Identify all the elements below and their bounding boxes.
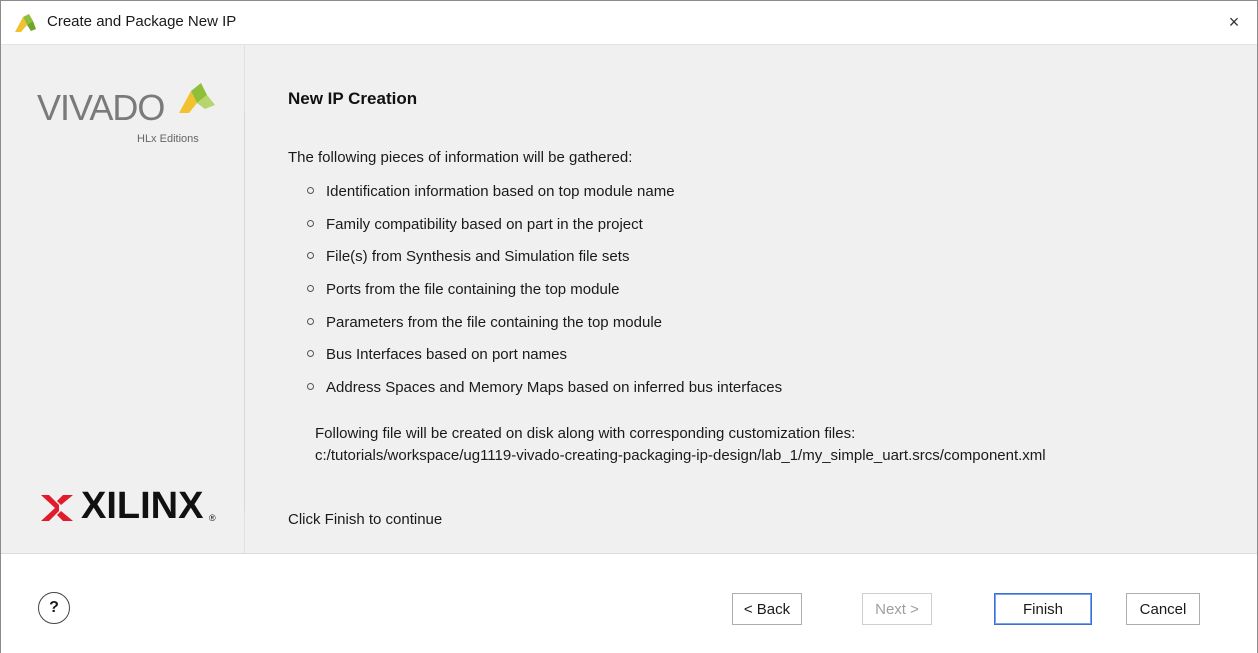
bullet-icon: [307, 219, 314, 227]
list-item: File(s) from Synthesis and Simulation fi…: [307, 248, 782, 281]
finish-button[interactable]: Finish: [994, 593, 1092, 625]
vivado-wordmark: VIVADO: [37, 87, 165, 128]
help-icon: ?: [49, 599, 59, 616]
file-path: c:/tutorials/workspace/ug1119-vivado-cre…: [315, 447, 1046, 464]
dialog-window: Create and Package New IP × VIVADO HLx E…: [0, 0, 1258, 653]
registered-mark: ®: [209, 513, 216, 523]
list-item: Family compatibility based on part in th…: [307, 216, 782, 249]
xilinx-wordmark: XILINX: [81, 485, 204, 527]
info-list: Identification information based on top …: [307, 183, 782, 412]
page-title: New IP Creation: [288, 89, 418, 108]
list-item: Parameters from the file containing the …: [307, 314, 782, 347]
back-button[interactable]: < Back: [732, 593, 802, 625]
list-item: Address Spaces and Memory Maps based on …: [307, 379, 782, 412]
vivado-app-icon: [15, 14, 36, 32]
bullet-icon: [307, 187, 314, 194]
vivado-logo: VIVADO HLx Editions: [37, 81, 217, 151]
bullet-icon: [307, 252, 314, 260]
file-note: Following file will be created on disk a…: [315, 423, 1046, 467]
vivado-mark-icon: [179, 83, 215, 113]
close-button[interactable]: ×: [1217, 7, 1251, 37]
title-bar: Create and Package New IP ×: [1, 1, 1257, 45]
intro-text: The following pieces of information will…: [288, 149, 633, 166]
list-item: Bus Interfaces based on port names: [307, 346, 782, 379]
xilinx-mark-icon: [41, 495, 73, 521]
bullet-icon: [307, 350, 314, 358]
hlx-editions-label: HLx Editions: [137, 133, 199, 145]
button-bar: ? < Back Next > Finish Cancel: [1, 553, 1257, 653]
continue-hint: Click Finish to continue: [288, 511, 443, 528]
cancel-button[interactable]: Cancel: [1126, 593, 1200, 625]
help-button[interactable]: ?: [38, 592, 70, 624]
bullet-icon: [307, 383, 314, 391]
bullet-icon: [307, 317, 314, 325]
xilinx-logo: XILINX ®: [39, 485, 229, 527]
bullet-icon: [307, 285, 314, 293]
list-item: Ports from the file containing the top m…: [307, 281, 782, 314]
content-panel: New IP Creation The following pieces of …: [245, 45, 1257, 553]
file-note-text: Following file will be created on disk a…: [315, 425, 856, 442]
window-title: Create and Package New IP: [47, 13, 237, 30]
branding-panel: VIVADO HLx Editions XILINX ®: [1, 45, 245, 553]
list-item: Identification information based on top …: [307, 183, 782, 216]
next-button[interactable]: Next >: [862, 593, 932, 625]
close-icon: ×: [1228, 11, 1240, 32]
